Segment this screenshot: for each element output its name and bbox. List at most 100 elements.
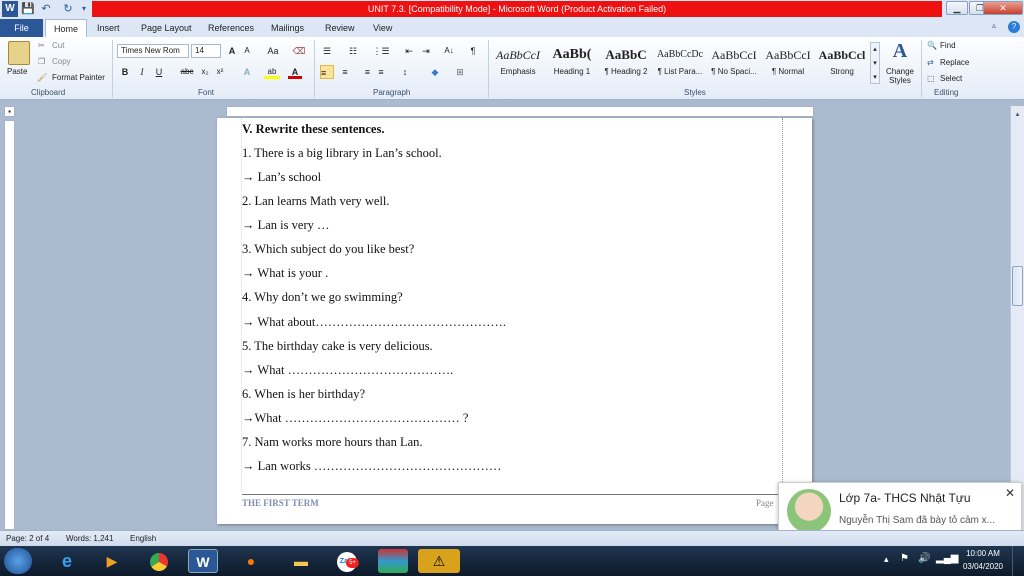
file-explorer-icon[interactable]: ▬ [286, 549, 316, 573]
center-button[interactable]: ≡ [338, 65, 352, 79]
format-painter-icon[interactable]: 🖌 [37, 73, 47, 82]
find-icon[interactable]: 🔍 [927, 41, 937, 50]
winrar-icon[interactable] [378, 549, 408, 573]
subscript-button[interactable]: x₂ [198, 65, 212, 79]
borders-button[interactable]: ⊞ [453, 65, 467, 79]
scroll-up-icon[interactable]: ▴ [1012, 110, 1023, 120]
tab-file[interactable]: File [0, 19, 43, 37]
style-normal[interactable]: AaBbCcI ¶ Normal [761, 43, 815, 83]
cut-button[interactable]: Cut [52, 41, 64, 50]
language[interactable]: English [130, 531, 156, 546]
select-icon[interactable]: ⬚ [927, 74, 935, 83]
tab-view[interactable]: View [373, 19, 392, 37]
vertical-scrollbar[interactable] [1010, 106, 1024, 530]
decrease-indent-button[interactable]: ⇤ [402, 44, 416, 58]
minimize-button[interactable]: ▁ [946, 1, 968, 15]
vertical-ruler[interactable] [4, 120, 15, 530]
clock-time[interactable]: 10:00 AM [960, 549, 1006, 558]
font-size-combo[interactable]: 14 [191, 44, 221, 58]
save-icon[interactable]: 💾 [20, 1, 36, 17]
word-taskbar-icon[interactable]: W [188, 549, 218, 573]
style-no-spacing[interactable]: AaBbCcI ¶ No Spaci... [707, 43, 761, 83]
paste-button[interactable]: Paste [7, 67, 27, 76]
tab-insert[interactable]: Insert [97, 19, 120, 37]
font-color-button[interactable]: A [288, 65, 302, 79]
redo-icon[interactable]: ↻ [60, 1, 76, 17]
chrome-icon[interactable] [144, 549, 174, 573]
clear-formatting-icon[interactable]: ⌫ [292, 44, 306, 58]
cut-icon[interactable]: ✂ [38, 41, 45, 50]
warning-icon[interactable]: ⚠ [418, 549, 460, 573]
increase-indent-button[interactable]: ⇥ [419, 44, 433, 58]
show-hide-marks-button[interactable]: ¶ [466, 44, 480, 58]
multilevel-list-button[interactable]: ⋮☰ [372, 44, 390, 58]
word-app-icon[interactable]: W [2, 1, 18, 17]
undo-icon[interactable]: ↶ [38, 1, 54, 17]
action-center-icon[interactable]: ⚑ [900, 553, 909, 564]
help-icon[interactable]: ? [1008, 21, 1020, 33]
replace-icon[interactable]: ⇄ [927, 58, 934, 67]
grow-font-button[interactable]: A [225, 44, 239, 58]
tab-home[interactable]: Home [45, 19, 87, 37]
text-highlight-button[interactable]: ab [264, 65, 280, 79]
superscript-button[interactable]: x² [213, 65, 227, 79]
network-icon[interactable]: ▂▄▆ [936, 553, 958, 564]
style-emphasis[interactable]: AaBbCcI Emphasis [491, 43, 545, 83]
text-effects-button[interactable]: A [240, 65, 254, 79]
close-icon[interactable]: ✕ [1005, 486, 1015, 500]
ruler-toggle-icon[interactable]: ▪ [4, 106, 15, 117]
bold-button[interactable]: B [118, 65, 132, 79]
horizontal-ruler[interactable] [226, 106, 814, 117]
clock-date[interactable]: 03/04/2020 [960, 562, 1006, 571]
sort-button[interactable]: A↓ [441, 44, 457, 58]
line-spacing-button[interactable]: ↕ [398, 65, 412, 79]
close-window-button[interactable]: ✕ [983, 1, 1023, 15]
style-name: Strong [830, 67, 854, 76]
scroll-thumb[interactable] [1012, 266, 1023, 306]
strikethrough-button[interactable]: abc [178, 65, 196, 79]
style-heading-2[interactable]: AaBbC ¶ Heading 2 [599, 43, 653, 83]
copy-icon[interactable]: ❐ [38, 57, 45, 66]
tab-references[interactable]: References [208, 19, 254, 37]
bullets-button[interactable]: ☰ [320, 44, 334, 58]
change-styles-icon[interactable]: A [888, 40, 912, 64]
show-desktop-button[interactable] [1012, 546, 1024, 576]
replace-button[interactable]: Replace [940, 58, 969, 67]
doc-line: → What about………………………………………. [242, 315, 506, 329]
justify-button[interactable]: ≡ [374, 65, 388, 79]
styles-scroll-arrows[interactable]: ▴ ▾ ▾ [870, 42, 880, 84]
style-list-paragraph[interactable]: AaBbCcDc ¶ List Para... [653, 43, 707, 83]
paste-icon[interactable] [8, 41, 30, 65]
customize-quick-access-icon[interactable]: ▾ [76, 1, 92, 17]
volume-icon[interactable]: 🔊 [918, 553, 930, 564]
tab-mailings[interactable]: Mailings [271, 19, 304, 37]
firefox-icon[interactable]: ● [236, 549, 266, 573]
underline-button[interactable]: U [152, 65, 166, 79]
align-left-button[interactable]: ≡ [320, 65, 334, 79]
change-styles-button[interactable]: Change Styles [884, 67, 916, 85]
shading-button[interactable]: ◆ [428, 65, 442, 79]
style-heading-1[interactable]: AaBb( Heading 1 [545, 43, 599, 83]
avatar [787, 489, 831, 533]
change-case-button[interactable]: Aa [263, 44, 283, 58]
word-count[interactable]: Words: 1,241 [66, 531, 113, 546]
format-painter-button[interactable]: Format Painter [52, 73, 105, 82]
find-button[interactable]: Find [940, 41, 956, 50]
start-button[interactable] [4, 548, 32, 574]
tray-chevron-icon[interactable]: ▴ [884, 554, 889, 565]
numbering-button[interactable]: ☷ [346, 44, 360, 58]
style-strong[interactable]: AaBbCcl Strong [815, 43, 869, 83]
style-name: ¶ Normal [771, 67, 805, 76]
italic-button[interactable]: I [135, 65, 149, 79]
tab-page-layout[interactable]: Page Layout [141, 19, 192, 37]
font-name-combo[interactable]: Times New Rom [117, 44, 189, 58]
select-button[interactable]: Select [940, 74, 962, 83]
align-right-button[interactable]: ≡ [356, 65, 370, 79]
copy-button[interactable]: Copy [52, 57, 71, 66]
media-player-icon[interactable]: ▶ [97, 549, 127, 573]
internet-explorer-icon[interactable]: e [52, 549, 82, 573]
tab-review[interactable]: Review [325, 19, 355, 37]
shrink-font-button[interactable]: A [240, 44, 254, 58]
minimize-ribbon-icon[interactable]: ▵ [992, 21, 1004, 33]
page-count[interactable]: Page: 2 of 4 [6, 531, 49, 546]
